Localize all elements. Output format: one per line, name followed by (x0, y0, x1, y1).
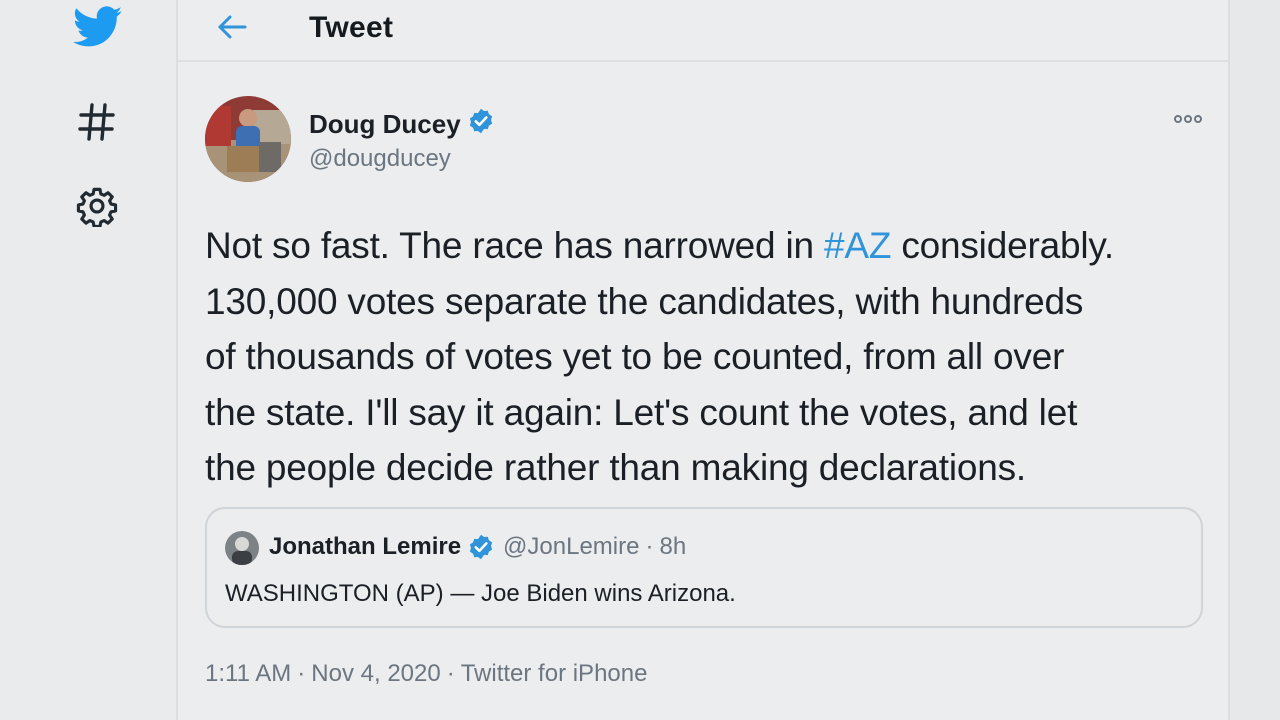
twitter-bird-icon[interactable] (72, 6, 123, 53)
author-name-text: Doug Ducey (309, 109, 461, 139)
quoted-verified-badge-icon (467, 533, 495, 561)
tweet-date[interactable]: Nov 4, 2020 (311, 660, 440, 687)
quoted-tweet-header: Jonathan Lemire @JonLemire · 8h (269, 533, 686, 561)
tweet-column: Tweet Doug Ducey @dougducey Not so fast.… (176, 0, 1230, 720)
more-dots-icon (1173, 111, 1203, 129)
quoted-tweet-text: WASHINGTON (AP) — Joe Biden wins Arizona… (225, 580, 736, 607)
gear-icon[interactable] (76, 185, 118, 232)
quoted-tweet-card[interactable]: Jonathan Lemire @JonLemire · 8h WASHINGT… (205, 507, 1203, 628)
page-title: Tweet (309, 11, 394, 44)
verified-badge-icon (467, 107, 495, 142)
back-arrow-icon (216, 14, 248, 45)
tweet-time[interactable]: 1:11 AM (205, 660, 291, 687)
tweet-line-2: 130,000 votes separate the candidates, w… (205, 280, 1084, 322)
author-avatar[interactable] (205, 96, 291, 182)
meta-separator-1: · (297, 660, 306, 687)
quoted-separator: · (645, 533, 654, 560)
tweet-source[interactable]: Twitter for iPhone (461, 660, 648, 687)
tweet-metadata: 1:11 AM · Nov 4, 2020 · Twitter for iPhone (205, 660, 647, 688)
tweet-line-1-end: considerably. (891, 225, 1114, 266)
quoted-author-name: Jonathan Lemire (269, 533, 462, 560)
meta-separator-2: · (446, 660, 455, 687)
tweet-line-4: the state. I'll say it again: Let's coun… (205, 391, 1078, 433)
quoted-author-avatar (225, 531, 259, 565)
page-header: Tweet (178, 0, 1228, 62)
more-options-button[interactable] (1170, 110, 1206, 130)
tweet-line-1-start: Not so fast. The race has narrowed in (205, 225, 824, 266)
tweet-line-1: Not so fast. The race has narrowed in #A… (205, 218, 1215, 274)
author-name[interactable]: Doug Ducey (309, 107, 495, 142)
hashtag-icon[interactable] (78, 102, 116, 147)
hashtag-link[interactable]: #AZ (824, 225, 891, 266)
back-button[interactable] (208, 10, 256, 48)
right-gutter (1230, 0, 1280, 720)
quoted-timestamp: 8h (659, 533, 687, 560)
quoted-author-handle: @JonLemire (503, 533, 640, 560)
nav-rail (0, 0, 176, 720)
author-handle[interactable]: @dougducey (309, 145, 451, 173)
tweet-text: Not so fast. The race has narrowed in #A… (205, 218, 1215, 496)
tweet-line-3: of thousands of votes yet to be counted,… (205, 336, 1065, 377)
tweet-line-5: the people decide rather than making dec… (205, 447, 1026, 488)
